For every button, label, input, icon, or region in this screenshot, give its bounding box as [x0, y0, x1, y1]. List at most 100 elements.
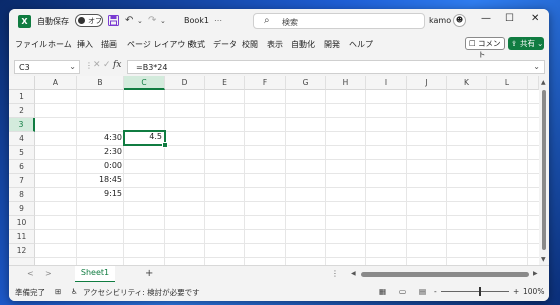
column-header-a[interactable]: A	[35, 76, 77, 90]
accessibility-status[interactable]: アクセシビリティ: 検討が必要です	[83, 287, 200, 298]
vertical-scroll-thumb[interactable]	[542, 90, 546, 250]
scroll-up-icon[interactable]: ▲	[541, 79, 546, 86]
column-header-i[interactable]: I	[366, 76, 407, 90]
user-name[interactable]: kamo	[429, 16, 451, 25]
scroll-down-icon[interactable]: ▼	[541, 256, 546, 263]
row-header-11[interactable]: 11	[9, 230, 35, 244]
horizontal-scroll-thumb[interactable]	[361, 272, 529, 277]
insert-function-icon[interactable]: fx	[113, 60, 121, 70]
tab-formulas[interactable]: 数式	[189, 39, 205, 50]
column-header-d[interactable]: D	[165, 76, 205, 90]
row-header-1[interactable]: 1	[9, 90, 35, 104]
tab-draw[interactable]: 描画	[101, 39, 117, 50]
row-header-9[interactable]: 9	[9, 202, 35, 216]
zoom-in-button[interactable]: +	[513, 287, 519, 296]
accessibility-icon[interactable]: ♿	[71, 287, 78, 296]
column-header-h[interactable]: H	[326, 76, 366, 90]
file-options-icon[interactable]: ⋯	[214, 16, 222, 25]
row-header-6[interactable]: 6	[9, 160, 35, 174]
tab-options-icon[interactable]: ⋮	[331, 269, 339, 278]
row-header-12[interactable]: 12	[9, 244, 35, 258]
cancel-icon[interactable]: ✕	[93, 60, 101, 70]
column-header-b[interactable]: B	[77, 76, 124, 90]
row-header-7[interactable]: 7	[9, 174, 35, 188]
horizontal-scrollbar[interactable]: ◀ ▶	[349, 270, 539, 278]
row-header-10[interactable]: 10	[9, 216, 35, 230]
column-header-j[interactable]: J	[407, 76, 447, 90]
zoom-slider[interactable]	[441, 291, 509, 292]
maximize-button[interactable]: ☐	[505, 13, 514, 24]
gridline	[285, 90, 286, 265]
minimize-button[interactable]: —	[481, 13, 491, 24]
tab-review[interactable]: 校閲	[242, 39, 258, 50]
fill-handle[interactable]	[162, 142, 168, 148]
row-header-8[interactable]: 8	[9, 188, 35, 202]
close-button[interactable]: ✕	[531, 13, 539, 24]
save-icon[interactable]	[108, 15, 119, 30]
tab-page-layout[interactable]: ページ レイアウト	[127, 39, 193, 50]
tab-file[interactable]: ファイル	[15, 39, 47, 50]
cell-b7[interactable]: 9:15	[77, 187, 124, 201]
tab-view[interactable]: 表示	[267, 39, 283, 50]
gridline	[244, 90, 245, 265]
avatar[interactable]: ☻	[453, 14, 466, 27]
expand-formula-icon[interactable]: ⌄	[533, 62, 540, 71]
tab-developer[interactable]: 開発	[324, 39, 340, 50]
column-header-k[interactable]: K	[447, 76, 487, 90]
cell-b3[interactable]: 4:30	[77, 131, 124, 145]
formula-bar-splitter[interactable]: ⋮	[85, 61, 93, 70]
vertical-scrollbar[interactable]: ▲ ▼	[539, 76, 549, 265]
select-all-corner[interactable]	[9, 76, 35, 90]
column-header-f[interactable]: F	[245, 76, 286, 90]
add-sheet-button[interactable]: +	[145, 268, 153, 279]
cell-mode-icon[interactable]: ⊞	[55, 287, 61, 296]
enter-icon[interactable]: ✓	[103, 60, 111, 70]
tab-data[interactable]: データ	[213, 39, 237, 50]
column-header-c[interactable]: C	[124, 76, 165, 90]
redo-icon[interactable]: ↷	[148, 15, 156, 27]
cell-b6[interactable]: 18:45	[77, 173, 124, 187]
row-header-2[interactable]: 2	[9, 104, 35, 118]
worksheet-grid[interactable]: A B C D E F G H I J K L 1 2 3 4 5 6 7 8 …	[9, 76, 539, 265]
ribbon-tabs: ファイル ホーム 挿入 描画 ページ レイアウト 数式 データ 校閲 表示 自動…	[9, 34, 549, 59]
zoom-slider-thumb[interactable]	[479, 287, 481, 296]
scroll-left-icon[interactable]: ◀	[351, 270, 356, 277]
row-header-3[interactable]: 3	[9, 118, 35, 132]
title-bar: X 自動保存 オフ ↶ ⌄ ↷ ⌄ Book1 ⋯ ⌕ 検索 kamo ☻ — …	[9, 9, 549, 34]
zoom-out-button[interactable]: -	[434, 287, 437, 296]
undo-icon[interactable]: ↶	[125, 15, 133, 27]
scroll-right-icon[interactable]: ▶	[533, 270, 538, 277]
file-name[interactable]: Book1	[184, 16, 209, 25]
search-placeholder: 検索	[282, 18, 298, 27]
cell-c3-selected[interactable]: 4.5	[123, 130, 166, 146]
share-button[interactable]: ⇪ 共有 ⌄	[508, 37, 544, 50]
tab-automate[interactable]: 自動化	[291, 39, 315, 50]
prev-sheet-icon[interactable]: <	[27, 269, 34, 278]
row-header-4[interactable]: 4	[9, 132, 35, 146]
column-header-g[interactable]: G	[286, 76, 326, 90]
tab-insert[interactable]: 挿入	[77, 39, 93, 50]
tab-home[interactable]: ホーム	[48, 39, 72, 50]
normal-view-icon[interactable]: ▦	[379, 287, 386, 296]
column-header-l[interactable]: L	[487, 76, 528, 90]
next-sheet-icon[interactable]: >	[45, 269, 52, 278]
row-header-5[interactable]: 5	[9, 146, 35, 160]
page-break-view-icon[interactable]: ▤	[419, 287, 426, 296]
sheet-tab-sheet1[interactable]: Sheet1	[75, 266, 115, 283]
name-box[interactable]: C3 ⌄	[14, 60, 80, 74]
zoom-level[interactable]: 100%	[523, 287, 544, 296]
page-layout-view-icon[interactable]: ▭	[399, 287, 406, 296]
comment-button[interactable]: ☐ コメント	[465, 37, 505, 59]
gridline	[35, 215, 539, 216]
gridline	[527, 90, 528, 265]
customize-toolbar-icon[interactable]: ⌄	[160, 15, 166, 27]
formula-input[interactable]: =B3*24 ⌄	[127, 60, 545, 74]
cell-b5[interactable]: 0:00	[77, 159, 124, 173]
column-header-e[interactable]: E	[205, 76, 245, 90]
cell-b4[interactable]: 2:30	[77, 145, 124, 159]
tab-help[interactable]: ヘルプ	[349, 39, 373, 50]
chevron-down-icon[interactable]: ⌄	[69, 62, 76, 71]
undo-dropdown-icon[interactable]: ⌄	[137, 15, 143, 27]
search-box[interactable]: ⌕ 検索	[253, 13, 425, 29]
autosave-toggle[interactable]: オフ	[75, 14, 103, 27]
